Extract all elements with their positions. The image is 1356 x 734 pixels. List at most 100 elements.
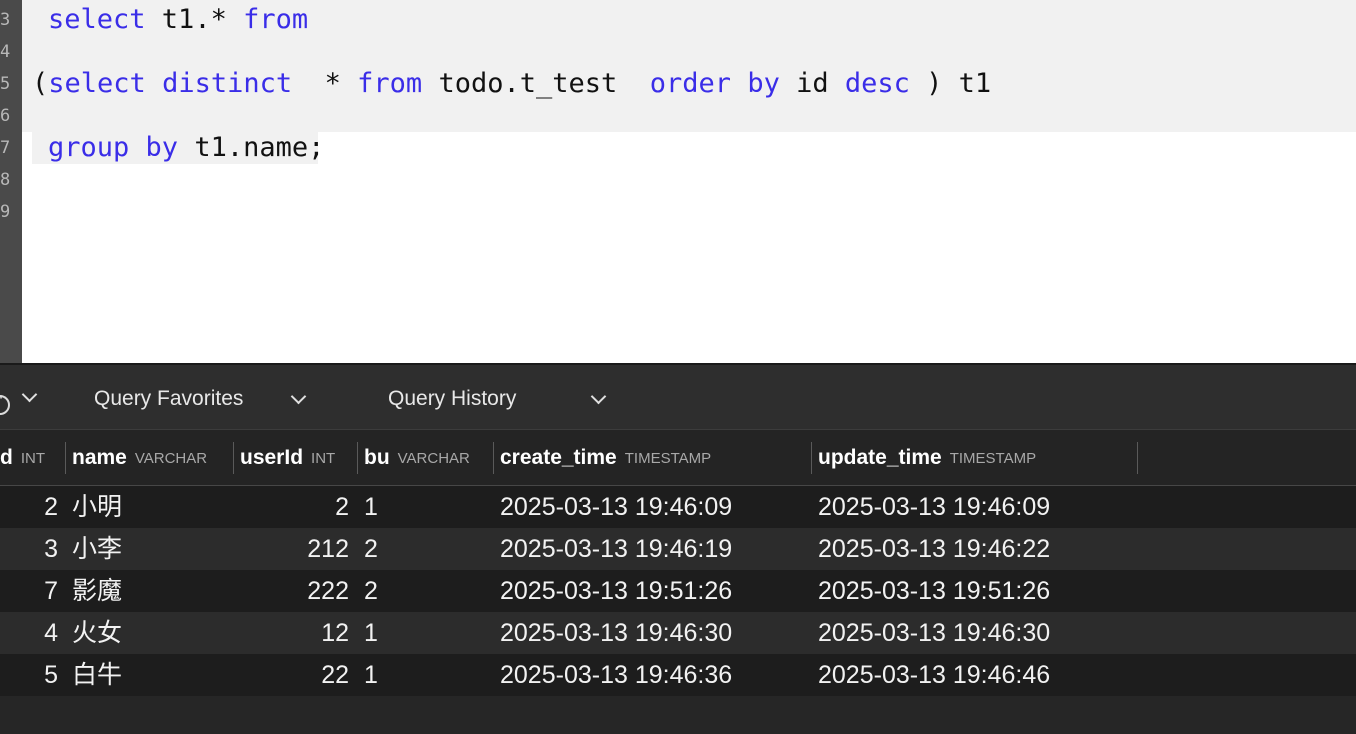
query-history-button[interactable]: Query History — [388, 365, 516, 432]
chevron-down-icon[interactable] — [290, 388, 307, 405]
results-grid: d INT name VARCHAR userId INT bu VARCHAR… — [0, 430, 1356, 734]
sql-token: t1.name; — [178, 132, 325, 163]
sql-token: todo.t_test — [422, 68, 650, 99]
cell-bu[interactable]: 1 — [364, 486, 378, 528]
more-options-icon — [0, 389, 10, 415]
cell-create-time[interactable]: 2025-03-13 19:46:19 — [500, 528, 732, 570]
sql-token: ( — [32, 68, 49, 99]
cell-create-time[interactable]: 2025-03-13 19:46:36 — [500, 654, 732, 696]
cell-name[interactable]: 影魔 — [72, 570, 122, 612]
column-type: INT — [20, 449, 45, 467]
line-number-gutter: 3 4 5 6 7 8 9 — [0, 0, 22, 363]
chevron-down-icon[interactable] — [590, 388, 607, 405]
cell-id[interactable]: 7 — [0, 570, 58, 612]
column-header-update-time[interactable]: update_time TIMESTAMP — [818, 430, 1036, 486]
cell-id[interactable]: 5 — [0, 654, 58, 696]
sql-keyword: from — [243, 4, 309, 35]
sql-keyword: desc — [844, 68, 910, 99]
cell-bu[interactable]: 2 — [364, 528, 378, 570]
table-row[interactable]: 5 白牛 22 1 2025-03-13 19:46:36 2025-03-13… — [0, 654, 1356, 696]
column-header-userid[interactable]: userId INT — [240, 430, 335, 486]
query-favorites-label: Query Favorites — [94, 386, 244, 410]
column-name: name — [72, 446, 127, 469]
column-name: create_time — [500, 446, 617, 469]
column-type: VARCHAR — [134, 449, 208, 467]
code-line[interactable]: (select distinct * from todo.t_test orde… — [32, 64, 991, 104]
column-divider[interactable] — [65, 442, 66, 474]
sql-client-window: 3 4 5 6 7 8 9 select t1.* from (select d… — [0, 0, 1356, 734]
cell-userid[interactable]: 212 — [240, 528, 349, 570]
cell-id[interactable]: 2 — [0, 486, 58, 528]
sql-keyword: by — [747, 68, 780, 99]
cell-create-time[interactable]: 2025-03-13 19:46:09 — [500, 486, 732, 528]
table-row[interactable]: 2 小明 2 1 2025-03-13 19:46:09 2025-03-13 … — [0, 486, 1356, 528]
sql-token: ) t1 — [909, 68, 992, 99]
line-number: 8 — [0, 170, 11, 190]
column-header-name[interactable]: name VARCHAR — [72, 430, 207, 486]
line-number: 5 — [0, 74, 11, 94]
column-divider[interactable] — [233, 442, 234, 474]
cell-bu[interactable]: 1 — [364, 612, 378, 654]
cell-id[interactable]: 4 — [0, 612, 58, 654]
query-toolbar: Query Favorites Query History — [0, 363, 1356, 430]
column-header-create-time[interactable]: create_time TIMESTAMP — [500, 430, 711, 486]
cell-update-time[interactable]: 2025-03-13 19:46:30 — [818, 612, 1050, 654]
cell-userid[interactable]: 22 — [240, 654, 349, 696]
more-options-button[interactable] — [0, 365, 44, 432]
sql-token: * — [292, 68, 358, 99]
cell-userid[interactable]: 2 — [240, 486, 349, 528]
cell-update-time[interactable]: 2025-03-13 19:51:26 — [818, 570, 1050, 612]
cell-name[interactable]: 小明 — [72, 486, 122, 528]
column-header-bu[interactable]: bu VARCHAR — [364, 430, 470, 486]
column-divider[interactable] — [357, 442, 358, 474]
sql-token: id — [779, 68, 845, 99]
cell-userid[interactable]: 222 — [240, 570, 349, 612]
column-divider[interactable] — [1137, 442, 1138, 474]
cell-update-time[interactable]: 2025-03-13 19:46:09 — [818, 486, 1050, 528]
cell-bu[interactable]: 2 — [364, 570, 378, 612]
column-name: bu — [364, 446, 390, 469]
cell-id[interactable]: 3 — [0, 528, 58, 570]
query-history-label: Query History — [388, 386, 517, 410]
sql-keyword: distinct — [162, 68, 293, 99]
column-type: INT — [311, 449, 336, 467]
cell-name[interactable]: 小李 — [72, 528, 122, 570]
table-row[interactable]: 7 影魔 222 2 2025-03-13 19:51:26 2025-03-1… — [0, 570, 1356, 612]
sql-keyword: select — [48, 4, 146, 35]
sql-keyword: from — [357, 68, 423, 99]
query-favorites-button[interactable]: Query Favorites — [94, 365, 243, 432]
column-header-row: d INT name VARCHAR userId INT bu VARCHAR… — [0, 430, 1356, 486]
cell-update-time[interactable]: 2025-03-13 19:46:46 — [818, 654, 1050, 696]
table-row[interactable]: 3 小李 212 2 2025-03-13 19:46:19 2025-03-1… — [0, 528, 1356, 570]
line-number: 7 — [0, 138, 11, 158]
table-row[interactable]: 4 火女 12 1 2025-03-13 19:46:30 2025-03-13… — [0, 612, 1356, 654]
cell-name[interactable]: 白牛 — [72, 654, 122, 696]
cell-name[interactable]: 火女 — [72, 612, 122, 654]
code-line[interactable]: select t1.* from — [48, 0, 308, 40]
results-empty-area — [0, 696, 1356, 734]
column-type: TIMESTAMP — [624, 449, 712, 467]
column-header-id[interactable]: d INT — [0, 430, 45, 486]
sql-editor[interactable]: 3 4 5 6 7 8 9 select t1.* from (select d… — [0, 0, 1356, 363]
column-divider[interactable] — [493, 442, 494, 474]
code-text-area[interactable]: select t1.* from (select distinct * from… — [22, 0, 1356, 363]
column-divider[interactable] — [811, 442, 812, 474]
column-name: d — [0, 446, 13, 469]
code-line[interactable]: group by t1.name; — [48, 128, 324, 168]
line-number: 3 — [0, 10, 11, 30]
sql-token: t1.* — [145, 4, 244, 35]
column-name: update_time — [818, 446, 942, 469]
cell-bu[interactable]: 1 — [364, 654, 378, 696]
sql-keyword: group — [48, 132, 130, 163]
cell-update-time[interactable]: 2025-03-13 19:46:22 — [818, 528, 1050, 570]
cell-userid[interactable]: 12 — [240, 612, 349, 654]
column-type: TIMESTAMP — [949, 449, 1037, 467]
chevron-down-icon — [21, 386, 38, 403]
line-number: 6 — [0, 106, 11, 126]
sql-keyword: select — [48, 68, 146, 99]
cell-create-time[interactable]: 2025-03-13 19:51:26 — [500, 570, 732, 612]
cell-create-time[interactable]: 2025-03-13 19:46:30 — [500, 612, 732, 654]
line-number: 9 — [0, 202, 11, 222]
